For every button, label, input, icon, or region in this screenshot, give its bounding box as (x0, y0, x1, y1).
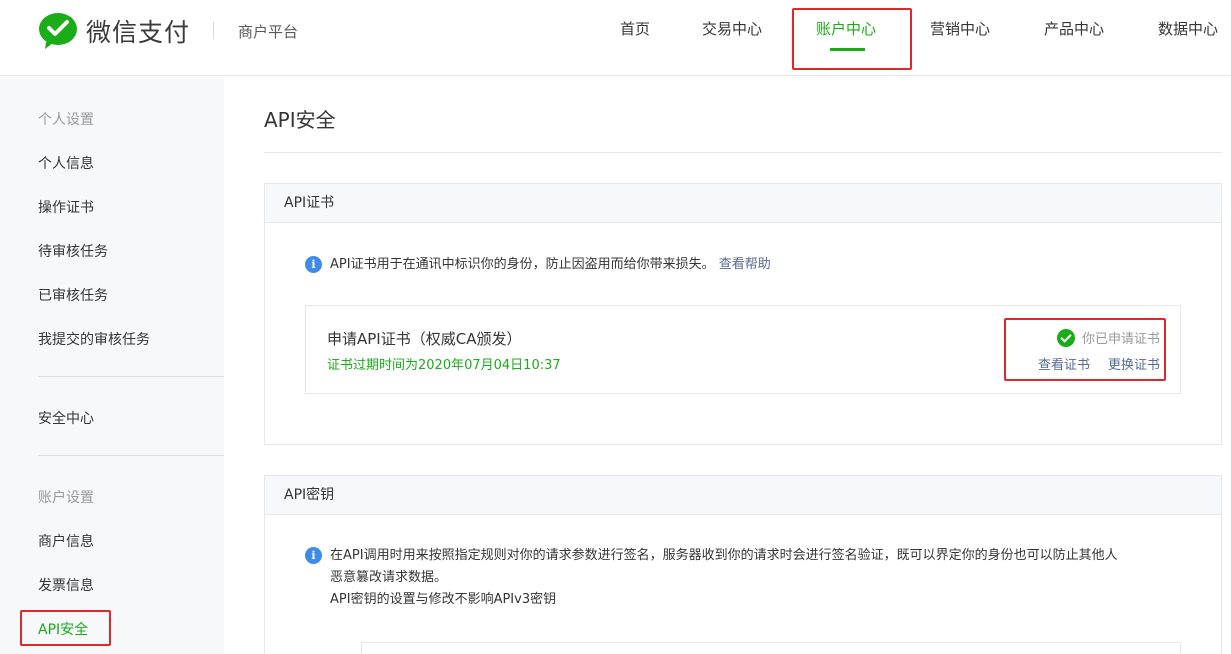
sidebar-item-api-security[interactable]: API安全 (38, 619, 88, 639)
info-icon: i (305, 256, 322, 273)
sidebar-item-personal-info[interactable]: 个人信息 (38, 153, 94, 173)
api-cert-notice-text: API证书用于在通讯中标识你的身份，防止因盗用而给你带来损失。 (330, 257, 715, 272)
title-divider (264, 152, 1222, 153)
header-separator (213, 22, 214, 39)
cert-expire-time: 证书过期时间为2020年07月04日10:37 (327, 358, 561, 373)
sidebar-category-personal: 个人设置 (38, 112, 94, 128)
wechat-pay-logo[interactable]: 微信支付 (38, 12, 190, 50)
api-cert-panel: API证书 i API证书用于在通讯中标识你的身份，防止因盗用而给你带来损失。 … (264, 183, 1222, 445)
cert-card-title: 申请API证书（权威CA颁发） (327, 330, 522, 348)
sidebar-category-account: 账户设置 (38, 490, 94, 506)
help-link[interactable]: 查看帮助 (719, 257, 771, 272)
info-icon: i (305, 547, 322, 564)
nav-home[interactable]: 首页 (620, 18, 650, 39)
page-title: API安全 (264, 108, 336, 132)
brand-name: 微信支付 (86, 18, 191, 47)
cert-status-text: 你已申请证书 (1081, 332, 1160, 347)
api-cert-panel-header: API证书 (265, 184, 1221, 223)
sidebar-item-my-submitted-tasks[interactable]: 我提交的审核任务 (38, 329, 150, 349)
check-circle-icon (1056, 328, 1075, 347)
api-cert-notice: i API证书用于在通讯中标识你的身份，防止因盗用而给你带来损失。 查看帮助 (305, 254, 1185, 276)
sidebar-item-merchant-info[interactable]: 商户信息 (38, 531, 94, 551)
api-key-settings-box (361, 642, 1181, 654)
nav-account-center[interactable]: 账户中心 (816, 18, 876, 39)
sidebar-item-reviewed-tasks[interactable]: 已审核任务 (38, 285, 108, 305)
top-header: 微信支付 商户平台 首页 交易中心 账户中心 营销中心 产品中心 数据中心 (0, 0, 1231, 76)
sidebar: 个人设置 个人信息 操作证书 待审核任务 已审核任务 我提交的审核任务 安全中心… (0, 77, 224, 654)
api-key-panel: API密钥 i 在API调用时用来按照指定规则对你的请求参数进行签名，服务器收到… (264, 475, 1222, 654)
api-key-notice-line1: 在API调用时用来按照指定规则对你的请求参数进行签名，服务器收到你的请求时会进行… (330, 548, 1118, 563)
sidebar-item-security-center[interactable]: 安全中心 (38, 408, 94, 428)
sidebar-item-pending-tasks[interactable]: 待审核任务 (38, 241, 108, 261)
wechat-pay-logo-icon (39, 13, 77, 49)
replace-cert-link[interactable]: 更换证书 (1108, 358, 1160, 373)
sidebar-item-operation-cert[interactable]: 操作证书 (38, 197, 94, 217)
api-key-notice-line3: API密钥的设置与修改不影响APIv3密钥 (330, 592, 557, 607)
api-key-notice: i 在API调用时用来按照指定规则对你的请求参数进行签名，服务器收到你的请求时会… (305, 545, 1205, 611)
sidebar-divider (38, 376, 224, 377)
nav-marketing[interactable]: 营销中心 (930, 18, 990, 39)
cert-actions: 查看证书 更换证书 (1038, 354, 1160, 373)
sidebar-divider (38, 455, 224, 456)
sidebar-item-invoice-info[interactable]: 发票信息 (38, 575, 94, 595)
nav-transactions[interactable]: 交易中心 (702, 18, 762, 39)
api-key-notice-line2: 恶意篡改请求数据。 (330, 570, 448, 585)
api-key-panel-header: API密钥 (265, 476, 1221, 515)
view-cert-link[interactable]: 查看证书 (1038, 358, 1090, 373)
cert-status: 你已申请证书 (1056, 328, 1160, 347)
api-cert-card: 申请API证书（权威CA颁发） 证书过期时间为2020年07月04日10:37 … (305, 305, 1181, 394)
platform-name: 商户平台 (238, 23, 299, 41)
nav-products[interactable]: 产品中心 (1044, 18, 1104, 39)
nav-data[interactable]: 数据中心 (1158, 18, 1218, 39)
nav-active-indicator (830, 48, 865, 51)
